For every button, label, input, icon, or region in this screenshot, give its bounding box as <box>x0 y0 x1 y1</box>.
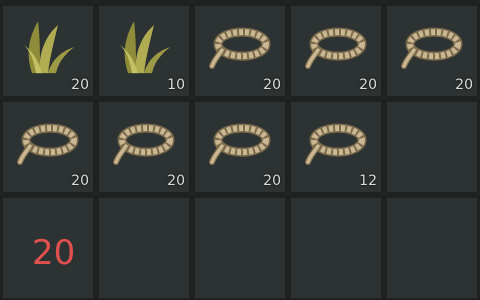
inventory-slot-1-2[interactable]: 10 <box>99 6 189 96</box>
grass-fiber-icon <box>24 21 74 74</box>
item-count: 20 <box>359 77 377 93</box>
item-count: 12 <box>359 173 377 189</box>
inventory-slot-1-5[interactable]: 20 <box>387 6 477 96</box>
rope-icon <box>209 123 271 166</box>
inventory-slot-3-3[interactable] <box>195 198 285 298</box>
inventory-slot-2-1[interactable]: 20 <box>3 102 93 192</box>
inventory-slot-2-3[interactable]: 20 <box>195 102 285 192</box>
item-count: 20 <box>263 173 281 189</box>
stack-split-count: 20 <box>32 233 76 273</box>
inventory-slot-3-4[interactable] <box>291 198 381 298</box>
item-count: 20 <box>71 173 89 189</box>
inventory-slot-2-2[interactable]: 20 <box>99 102 189 192</box>
item-count: 10 <box>167 77 185 93</box>
item-count: 20 <box>167 173 185 189</box>
inventory-slot-3-2[interactable] <box>99 198 189 298</box>
inventory-slot-2-4[interactable]: 12 <box>291 102 381 192</box>
item-count: 20 <box>455 77 473 93</box>
grass-fiber-icon <box>120 21 170 74</box>
inventory-slot-2-5[interactable] <box>387 102 477 192</box>
rope-icon <box>113 123 175 166</box>
inventory-slot-1-1[interactable]: 20 <box>3 6 93 96</box>
item-count: 20 <box>71 77 89 93</box>
inventory-slot-1-4[interactable]: 20 <box>291 6 381 96</box>
rope-icon <box>401 27 463 70</box>
item-count: 20 <box>263 77 281 93</box>
rope-icon <box>305 123 367 166</box>
inventory-grid: 20 10 20 20 20 20 20 20 12 20 <box>0 0 480 300</box>
inventory-slot-3-5[interactable] <box>387 198 477 298</box>
rope-icon <box>305 27 367 70</box>
inventory-slot-1-3[interactable]: 20 <box>195 6 285 96</box>
rope-icon <box>209 27 271 70</box>
rope-icon <box>17 123 79 166</box>
